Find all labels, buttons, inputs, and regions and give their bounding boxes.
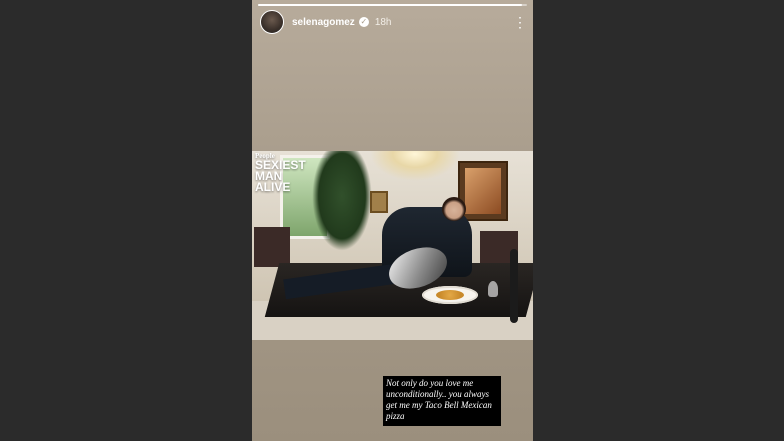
wine-bottle (510, 249, 518, 323)
verified-badge-icon: ✓ (358, 17, 369, 27)
plant (312, 151, 372, 251)
person-head (442, 197, 466, 221)
magazine-cover-text: People SEXIEST MAN ALIVE (255, 153, 306, 195)
story-progress-fill (258, 4, 522, 6)
pizza-plate (422, 286, 478, 304)
username[interactable]: selenagomez (292, 17, 355, 28)
small-picture-frame (370, 191, 388, 213)
story-image: People SEXIEST MAN ALIVE (252, 151, 533, 340)
magazine-title-line: ALIVE (255, 180, 291, 195)
story-header: selenagomez ✓ 18h ⋮ (260, 10, 527, 34)
story-timestamp: 18h (374, 16, 392, 28)
story-progress-bar (258, 4, 527, 6)
profile-avatar[interactable] (260, 10, 284, 34)
chair-left (254, 227, 290, 267)
story-caption: Not only do you love me unconditionally.… (383, 376, 501, 426)
story-container[interactable]: selenagomez ✓ 18h ⋮ People SEXIEST MAN A… (252, 0, 533, 441)
wine-glass (488, 281, 498, 297)
more-options-icon[interactable]: ⋮ (513, 15, 527, 29)
chandelier (370, 151, 460, 181)
